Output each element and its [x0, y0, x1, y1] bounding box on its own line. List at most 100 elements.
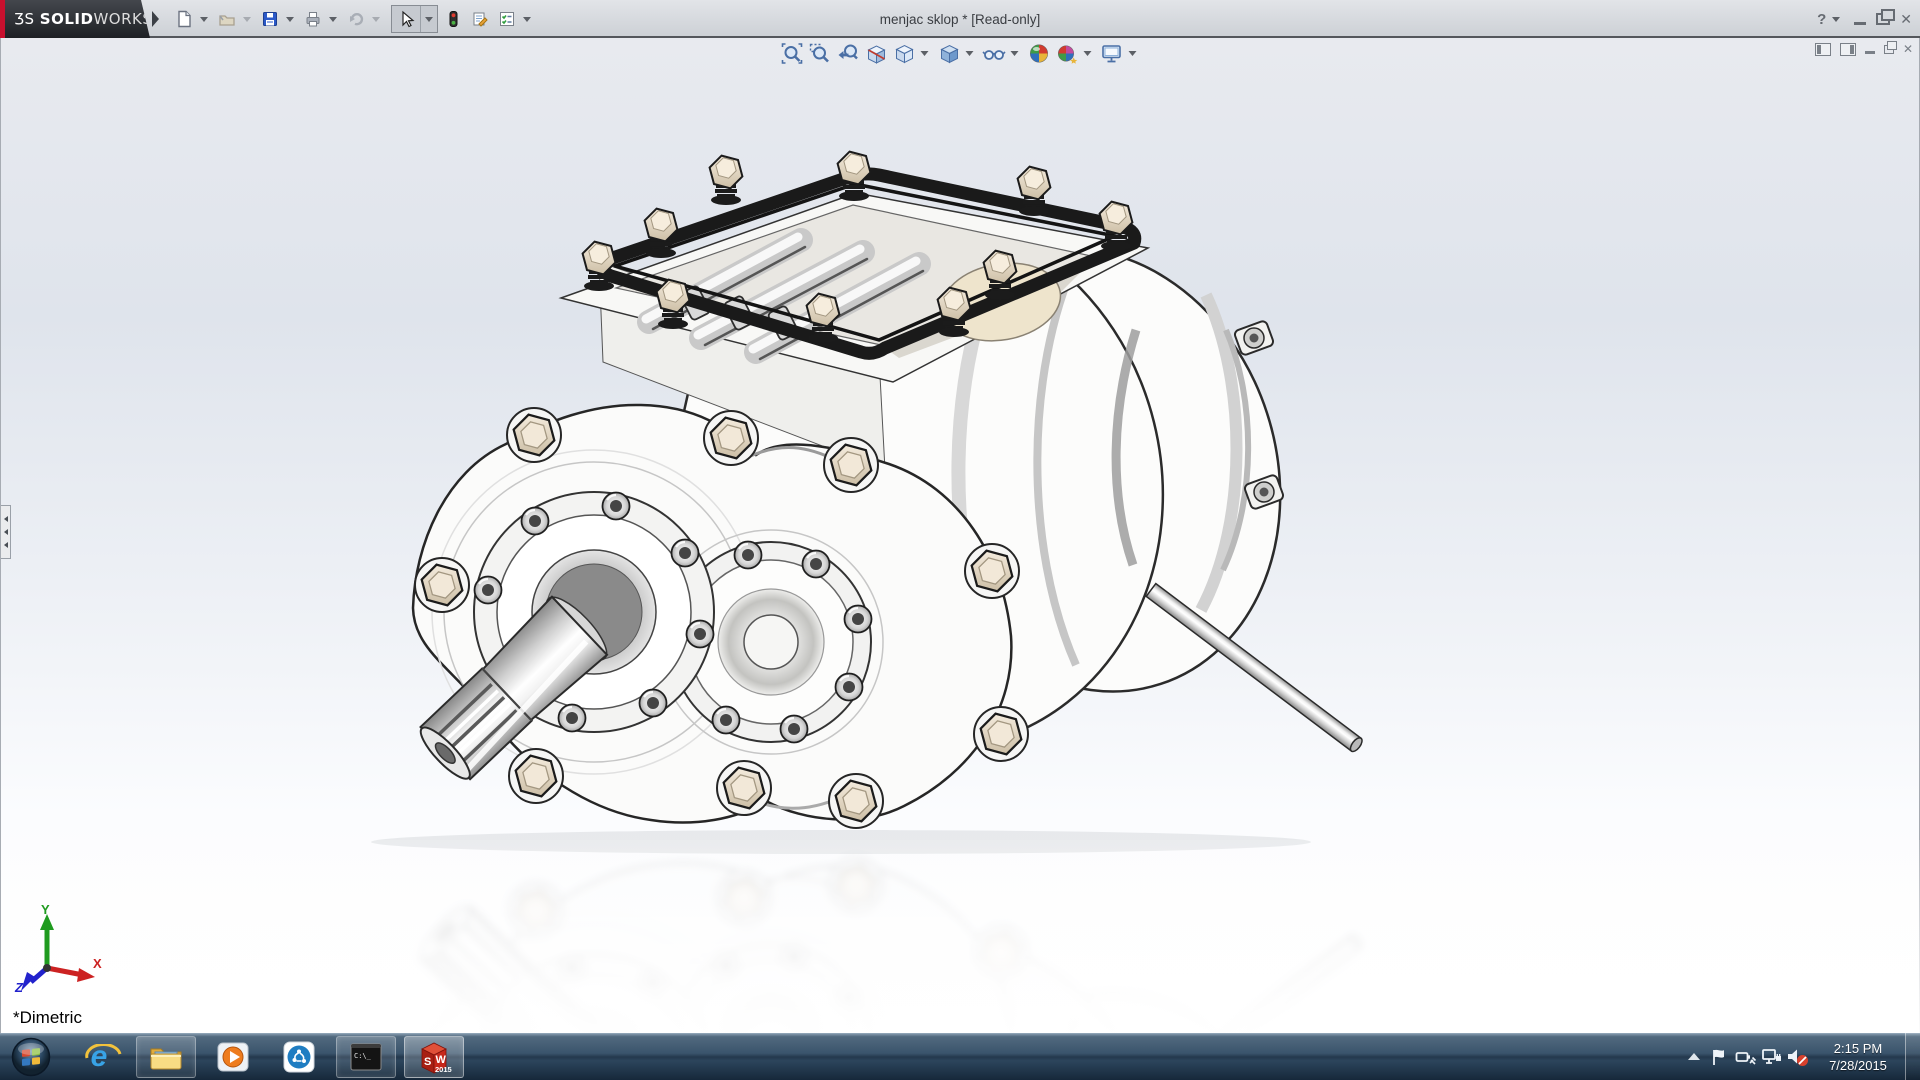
apply-scene-button[interactable] — [1055, 41, 1079, 65]
taskbar-solidworks[interactable]: S W 2015 — [404, 1036, 464, 1078]
help-dropdown[interactable] — [1832, 17, 1840, 22]
power-status-button[interactable] — [1733, 1044, 1759, 1070]
taskbar-clock[interactable]: 2:15 PM 7/28/2015 — [1815, 1040, 1901, 1074]
save-button[interactable] — [258, 7, 282, 31]
heads-up-view-toolbar — [780, 41, 1141, 65]
network-icon — [1761, 1047, 1783, 1067]
new-dropdown[interactable] — [200, 17, 208, 22]
collapse-arrow-icon — [4, 529, 8, 535]
menu-expand-arrow-icon[interactable] — [152, 11, 159, 27]
share-app-icon — [282, 1041, 316, 1073]
svg-text:C:\_: C:\_ — [354, 1052, 372, 1060]
window-controls: ? ✕ — [1817, 0, 1912, 38]
solidworks-logo: ƷS SOLIDWORKS — [0, 0, 150, 38]
select-tool-dropdown[interactable] — [420, 6, 437, 32]
clock-date: 7/28/2015 — [1815, 1057, 1901, 1074]
edit-appearance-button[interactable] — [1027, 41, 1051, 65]
network-status-button[interactable] — [1759, 1044, 1785, 1070]
solidworks-2015-icon: S W 2015 — [415, 1039, 453, 1075]
gearbox-3d-model[interactable] — [1, 38, 1920, 1033]
action-center-button[interactable] — [1707, 1044, 1733, 1070]
taskbar-command-prompt[interactable]: C:\_ — [336, 1036, 396, 1078]
file-properties-button[interactable] — [468, 7, 492, 31]
previous-view-button[interactable] — [836, 41, 860, 65]
taskbar-internet-explorer[interactable]: e — [70, 1037, 128, 1077]
zoom-to-fit-button[interactable] — [780, 41, 804, 65]
chevron-up-icon — [1687, 1052, 1701, 1062]
restore-button[interactable] — [1876, 13, 1890, 25]
previous-view-icon — [836, 42, 859, 65]
apply-scene-dropdown[interactable] — [1084, 51, 1092, 56]
close-button[interactable]: ✕ — [1900, 11, 1912, 28]
doc-close-button[interactable]: ✕ — [1903, 42, 1913, 56]
zoom-to-area-icon — [808, 42, 831, 65]
svg-text:S: S — [424, 1056, 431, 1068]
view-orientation-dropdown[interactable] — [921, 51, 929, 56]
view-orientation-icon — [892, 42, 915, 65]
toggle-left-pane-button[interactable] — [1815, 43, 1831, 56]
minimize-button[interactable] — [1854, 22, 1866, 25]
open-icon — [218, 10, 236, 28]
taskbar-media-player[interactable] — [204, 1037, 262, 1077]
graphics-viewport[interactable]: ✕ Y X Z *Dimetric — [0, 38, 1920, 1033]
taskbar-windows-explorer[interactable] — [136, 1036, 196, 1078]
file-properties-icon — [471, 10, 489, 28]
volume-button[interactable] — [1785, 1044, 1811, 1070]
select-tool-button[interactable] — [392, 10, 420, 28]
help-button[interactable]: ? — [1817, 11, 1826, 28]
open-dropdown[interactable] — [243, 17, 251, 22]
undo-button[interactable] — [344, 7, 368, 31]
view-orientation-button[interactable] — [892, 41, 916, 65]
doc-minimize-button[interactable] — [1865, 51, 1875, 54]
display-style-dropdown[interactable] — [966, 51, 974, 56]
triad-z-label: Z — [15, 980, 23, 995]
zoom-to-fit-icon — [780, 42, 803, 65]
save-dropdown[interactable] — [286, 17, 294, 22]
svg-text:2015: 2015 — [435, 1065, 452, 1074]
section-view-button[interactable] — [864, 41, 888, 65]
feature-manager-collapsed-tab[interactable] — [1, 505, 11, 559]
zoom-to-area-button[interactable] — [808, 41, 832, 65]
brand-works: WORKS — [93, 10, 152, 28]
windows-start-icon — [11, 1037, 51, 1077]
battery-plug-icon — [1735, 1047, 1757, 1067]
open-button[interactable] — [215, 7, 239, 31]
orientation-triad: Y X Z — [9, 906, 109, 1006]
display-style-icon — [937, 42, 960, 65]
apply-scene-icon — [1055, 42, 1078, 65]
options-checklist-icon — [498, 10, 516, 28]
monitor-icon — [1100, 42, 1123, 65]
brand-red-stripe — [0, 0, 5, 38]
title-bar: ƷS SOLIDWORKS — [0, 0, 1920, 38]
taskbar: e C:\_ — [0, 1033, 1920, 1080]
eyeglasses-icon — [982, 42, 1005, 65]
view-orientation-label: *Dimetric — [13, 1008, 82, 1028]
hide-show-dropdown[interactable] — [1011, 51, 1019, 56]
select-tool-group — [391, 5, 438, 33]
internet-explorer-icon: e — [91, 1042, 108, 1072]
taskbar-share-app[interactable] — [270, 1037, 328, 1077]
show-hidden-icons-button[interactable] — [1681, 1044, 1707, 1070]
system-tray: 2:15 PM 7/28/2015 — [1681, 1033, 1920, 1080]
folder-icon — [148, 1041, 184, 1073]
options-button[interactable] — [495, 7, 519, 31]
view-settings-button[interactable] — [1100, 41, 1124, 65]
triad-y-label: Y — [41, 902, 50, 917]
show-desktop-button[interactable] — [1905, 1033, 1920, 1080]
undo-dropdown[interactable] — [372, 17, 380, 22]
section-view-icon — [864, 42, 887, 65]
toggle-right-pane-button[interactable] — [1840, 43, 1856, 56]
print-dropdown[interactable] — [329, 17, 337, 22]
new-document-button[interactable] — [172, 7, 196, 31]
document-window-controls: ✕ — [1815, 42, 1913, 56]
display-style-button[interactable] — [937, 41, 961, 65]
start-button[interactable] — [10, 1036, 52, 1078]
undo-icon — [347, 10, 365, 28]
print-button[interactable] — [301, 7, 325, 31]
hide-show-items-button[interactable] — [982, 41, 1006, 65]
view-settings-dropdown[interactable] — [1129, 51, 1137, 56]
options-dropdown[interactable] — [523, 17, 531, 22]
select-cursor-icon — [397, 10, 415, 28]
rebuild-button[interactable] — [441, 7, 465, 31]
doc-restore-button[interactable] — [1884, 45, 1894, 54]
